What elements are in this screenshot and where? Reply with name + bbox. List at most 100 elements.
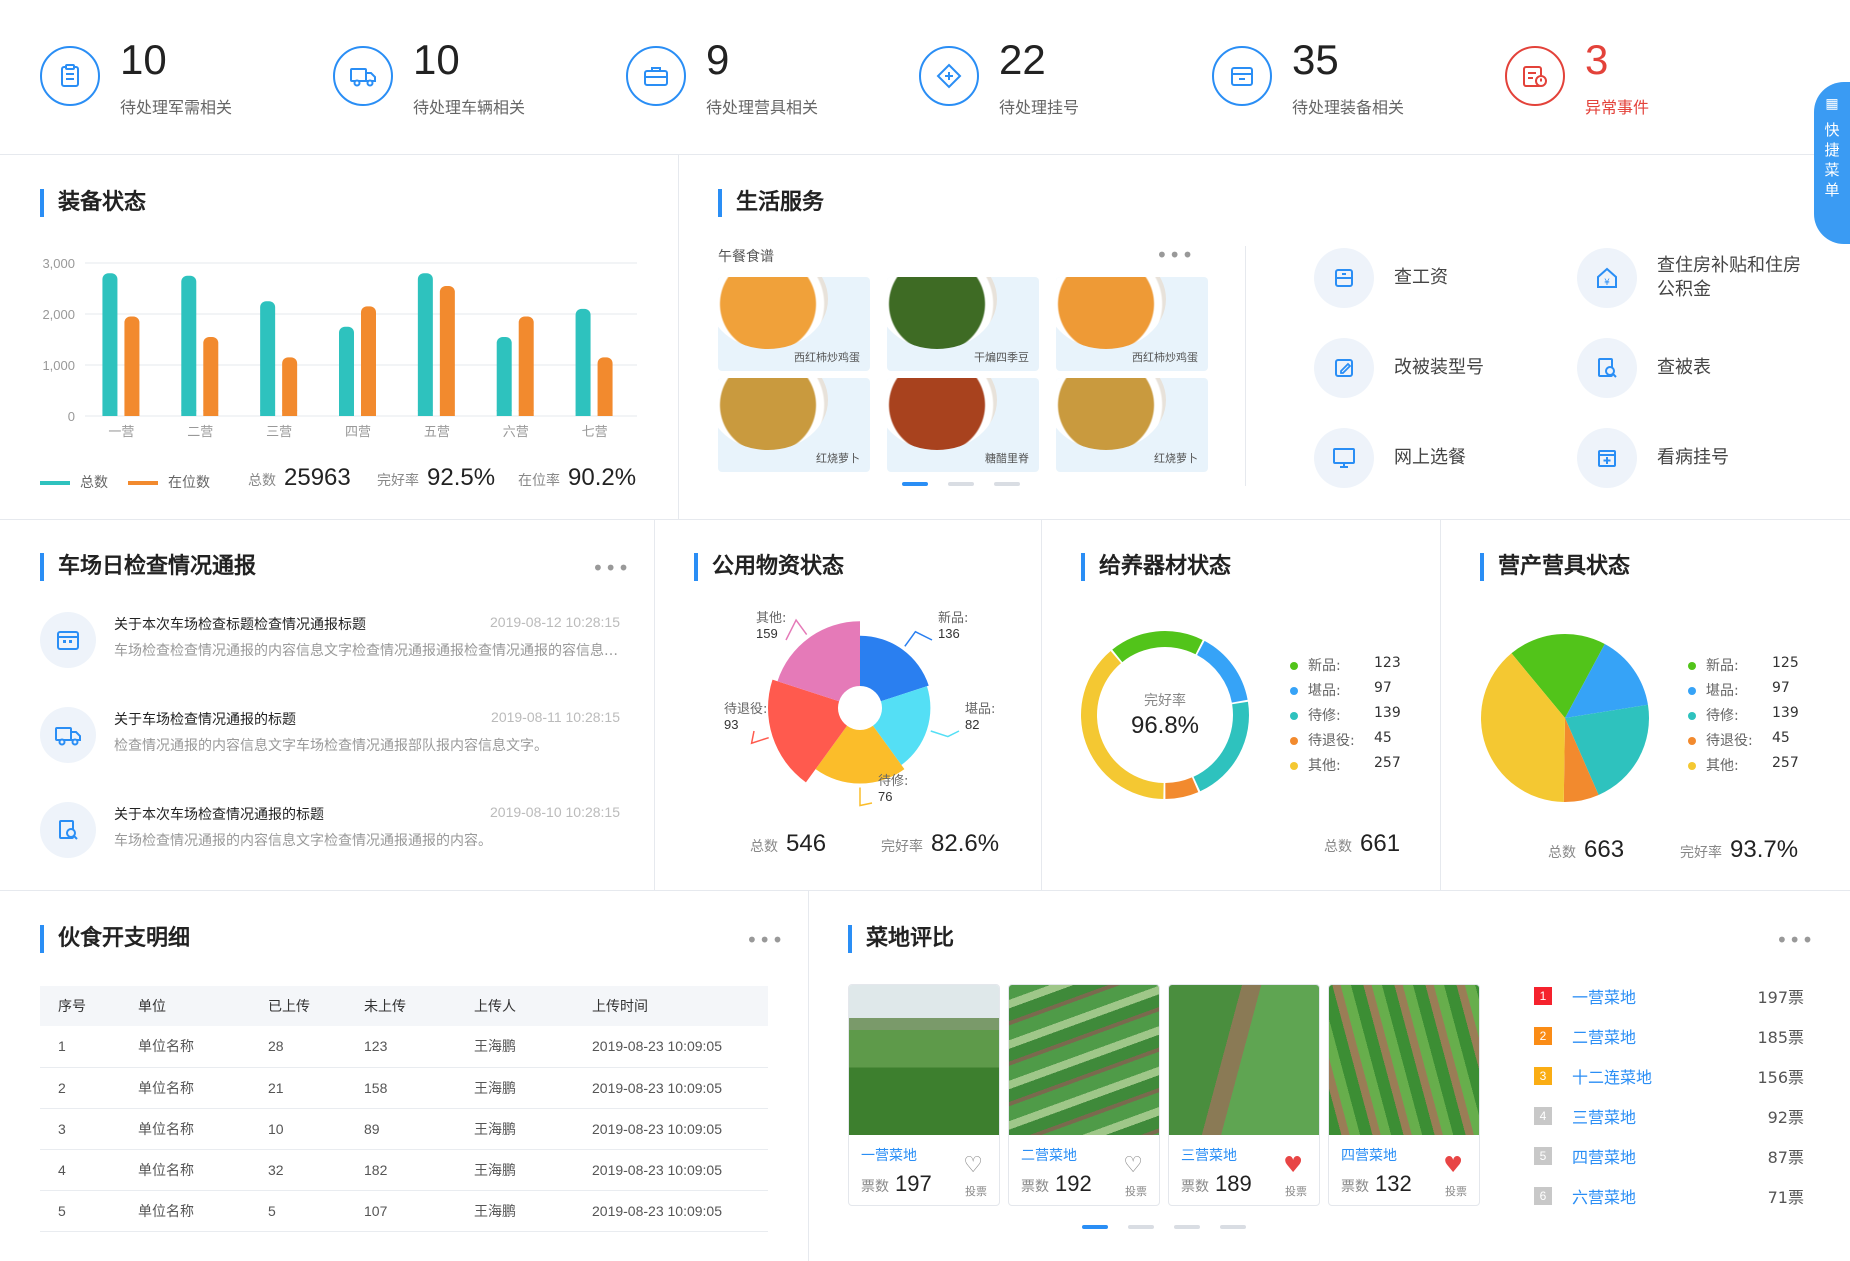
bar-base — [124, 410, 140, 416]
service-uniform[interactable]: 改被装型号 — [1314, 338, 1574, 398]
service-bedding[interactable]: 查被表 — [1577, 338, 1837, 398]
meal-card[interactable]: 西红柿炒鸡蛋 — [1056, 277, 1208, 371]
stat-number: 9 — [706, 36, 730, 83]
legend-item: 堪品: 97 — [1290, 680, 1430, 700]
pie-slice[interactable] — [1112, 631, 1203, 663]
ranking-item[interactable]: 4 三营菜地 92票 — [1534, 1104, 1804, 1128]
bar[interactable] — [361, 306, 376, 416]
bar[interactable] — [282, 357, 298, 416]
meal-card[interactable]: 红烧萝卜 — [718, 378, 870, 472]
carousel-dot[interactable] — [994, 482, 1020, 486]
notice-item[interactable]: 关于车场检查情况通报的标题 2019-08-11 10:28:15 检查情况通报… — [40, 707, 620, 777]
quick-menu-tab[interactable]: ▦ 快捷菜单 — [1814, 82, 1850, 244]
bar[interactable] — [203, 336, 219, 416]
farm-card[interactable]: 二营菜地 票数 192 ♡ 投票 — [1008, 984, 1160, 1206]
notice-item[interactable]: 关于本次车场检查情况通报的标题 2019-08-10 10:28:15 车场检查… — [40, 802, 620, 872]
bar[interactable] — [518, 316, 534, 416]
carousel-dot[interactable] — [1174, 1225, 1200, 1229]
stat-label: 待处理军需相关 — [120, 98, 233, 117]
votes-label: 票数 — [1181, 1179, 1209, 1195]
heart-outline-icon[interactable]: ♡ — [963, 1155, 983, 1177]
table-cell: 王海鹏 — [456, 1108, 574, 1150]
farm-card[interactable]: 一营菜地 票数 197 ♡ 投票 — [848, 984, 1000, 1206]
table-row[interactable]: 2 单位名称 21 158 王海鹏 2019-08-23 10:09:05 — [40, 1067, 768, 1109]
meal-photo — [1056, 277, 1166, 349]
heart-filled-icon[interactable]: ♥ — [1443, 1155, 1463, 1177]
meal-name: 干煸四季豆 — [974, 351, 1029, 364]
carousel-dot[interactable] — [1220, 1225, 1246, 1229]
service-online-meal[interactable]: 网上选餐 — [1314, 428, 1574, 488]
notice-time: 2019-08-11 10:28:15 — [491, 709, 620, 725]
farm-card[interactable]: 四营菜地 票数 132 ♥ 投票 — [1328, 984, 1480, 1206]
col-header: 未上传 — [346, 986, 456, 1026]
bar[interactable] — [181, 275, 197, 416]
ranking-item[interactable]: 3 十二连菜地 156票 — [1534, 1064, 1804, 1088]
vote-button-label[interactable]: 投票 — [1285, 1183, 1307, 1199]
stat-camp-gear[interactable]: 9 待处理营具相关 — [626, 36, 906, 117]
bar[interactable] — [260, 301, 276, 416]
carousel-dots[interactable] — [902, 482, 1020, 486]
table-row[interactable]: 3 单位名称 10 89 王海鹏 2019-08-23 10:09:05 — [40, 1108, 768, 1150]
more-icon[interactable]: ••• — [746, 930, 784, 950]
bar[interactable] — [575, 308, 591, 416]
legend-label: 堪品: — [1308, 683, 1341, 699]
more-icon[interactable]: ••• — [1776, 930, 1814, 950]
monitor-icon — [1314, 428, 1374, 488]
meal-card[interactable]: 糖醋里脊 — [887, 378, 1039, 472]
table-row[interactable]: 5 单位名称 5 107 王海鹏 2019-08-23 10:09:05 — [40, 1190, 768, 1232]
stat-number: 10 — [120, 36, 167, 83]
pie-slice[interactable] — [1165, 777, 1199, 799]
farm-photo — [1009, 985, 1159, 1135]
stat-registration[interactable]: 22 待处理挂号 — [919, 36, 1199, 117]
stat-vehicle[interactable]: 10 待处理车辆相关 — [333, 36, 613, 117]
heart-outline-icon[interactable]: ♡ — [1123, 1155, 1143, 1177]
bar[interactable] — [496, 336, 512, 416]
meal-name: 糖醋里脊 — [985, 452, 1029, 465]
table-cell: 2 — [40, 1067, 120, 1109]
meal-card[interactable]: 红烧萝卜 — [1056, 378, 1208, 472]
meal-card[interactable]: 干煸四季豆 — [887, 277, 1039, 371]
ranking-item[interactable]: 6 六营菜地 71票 — [1534, 1184, 1804, 1208]
stat-equipment[interactable]: 35 待处理装备相关 — [1212, 36, 1492, 117]
service-salary[interactable]: 查工资 — [1314, 248, 1574, 308]
ranking-item[interactable]: 1 一营菜地 197票 — [1534, 984, 1804, 1008]
vote-button-label[interactable]: 投票 — [1125, 1183, 1147, 1199]
stat-quartermaster[interactable]: 10 待处理军需相关 — [40, 36, 320, 117]
carousel-dot[interactable] — [1082, 1225, 1108, 1229]
bar-base — [575, 410, 591, 416]
farm-photo — [849, 985, 999, 1135]
bar[interactable] — [102, 273, 118, 416]
legend-dot — [1290, 662, 1298, 670]
farm-votes: 票数 197 — [861, 1171, 932, 1197]
legend-item: 待修: 139 — [1688, 705, 1828, 725]
heart-filled-icon[interactable]: ♥ — [1283, 1155, 1303, 1177]
ranking-item[interactable]: 5 四营菜地 87票 — [1534, 1144, 1804, 1168]
carousel-dots[interactable] — [1082, 1225, 1246, 1229]
bar[interactable] — [124, 316, 140, 416]
carousel-dot[interactable] — [902, 482, 928, 486]
farm-card[interactable]: 三营菜地 票数 189 ♥ 投票 — [1168, 984, 1320, 1206]
bar[interactable] — [439, 285, 455, 416]
vote-button-label[interactable]: 投票 — [1445, 1183, 1467, 1199]
table-row[interactable]: 1 单位名称 28 123 王海鹏 2019-08-23 10:09:05 — [40, 1026, 768, 1068]
service-housing[interactable]: ¥ 查住房补贴和住房公积金 — [1577, 248, 1837, 308]
service-medical[interactable]: 看病挂号 — [1577, 428, 1837, 488]
meal-card[interactable]: 西红柿炒鸡蛋 — [718, 277, 870, 371]
carousel-dot[interactable] — [948, 482, 974, 486]
bar[interactable] — [417, 273, 433, 416]
vote-button-label[interactable]: 投票 — [965, 1183, 987, 1199]
notice-item[interactable]: 关于本次车场检查标题检查情况通报标题 2019-08-12 10:28:15 车… — [40, 612, 620, 682]
meal-name: 红烧萝卜 — [1154, 452, 1198, 465]
table-row[interactable]: 4 单位名称 32 182 王海鹏 2019-08-23 10:09:05 — [40, 1149, 768, 1191]
leader-line — [930, 730, 960, 738]
carousel-dot[interactable] — [1128, 1225, 1154, 1229]
stat-abnormal[interactable]: 3 异常事件 — [1505, 36, 1785, 117]
rank-name: 二营菜地 — [1572, 1028, 1637, 1047]
more-icon[interactable]: ••• — [1156, 245, 1194, 265]
farm-name: 三营菜地 — [1181, 1148, 1237, 1164]
more-icon[interactable]: ••• — [592, 558, 630, 578]
table-cell: 2019-08-23 10:09:05 — [574, 1026, 768, 1068]
bar[interactable] — [339, 326, 354, 416]
ranking-item[interactable]: 2 二营菜地 185票 — [1534, 1024, 1804, 1048]
bar[interactable] — [597, 357, 613, 416]
